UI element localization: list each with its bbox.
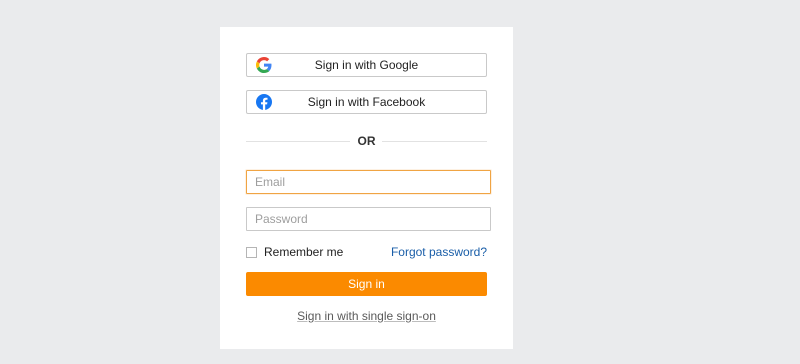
google-signin-label: Sign in with Google <box>314 58 419 72</box>
remember-me-checkbox[interactable] <box>246 246 257 258</box>
email-field[interactable] <box>246 170 491 194</box>
forgot-password-link[interactable]: Forgot password? <box>391 244 487 260</box>
divider-line-right <box>382 141 487 142</box>
login-card: Sign in with Google Sign in with Faceboo… <box>220 27 513 349</box>
sso-signin-link[interactable]: Sign in with single sign-on <box>297 309 436 323</box>
remember-me[interactable]: Remember me <box>246 244 343 260</box>
facebook-signin-button[interactable]: Sign in with Facebook <box>246 90 487 114</box>
signin-button[interactable]: Sign in <box>246 272 487 296</box>
or-divider: OR <box>246 133 487 149</box>
google-signin-button[interactable]: Sign in with Google <box>246 53 487 77</box>
sso-row: Sign in with single sign-on <box>220 308 513 324</box>
remember-me-label: Remember me <box>264 245 344 259</box>
facebook-signin-label: Sign in with Facebook <box>307 95 426 109</box>
password-field[interactable] <box>246 207 491 231</box>
